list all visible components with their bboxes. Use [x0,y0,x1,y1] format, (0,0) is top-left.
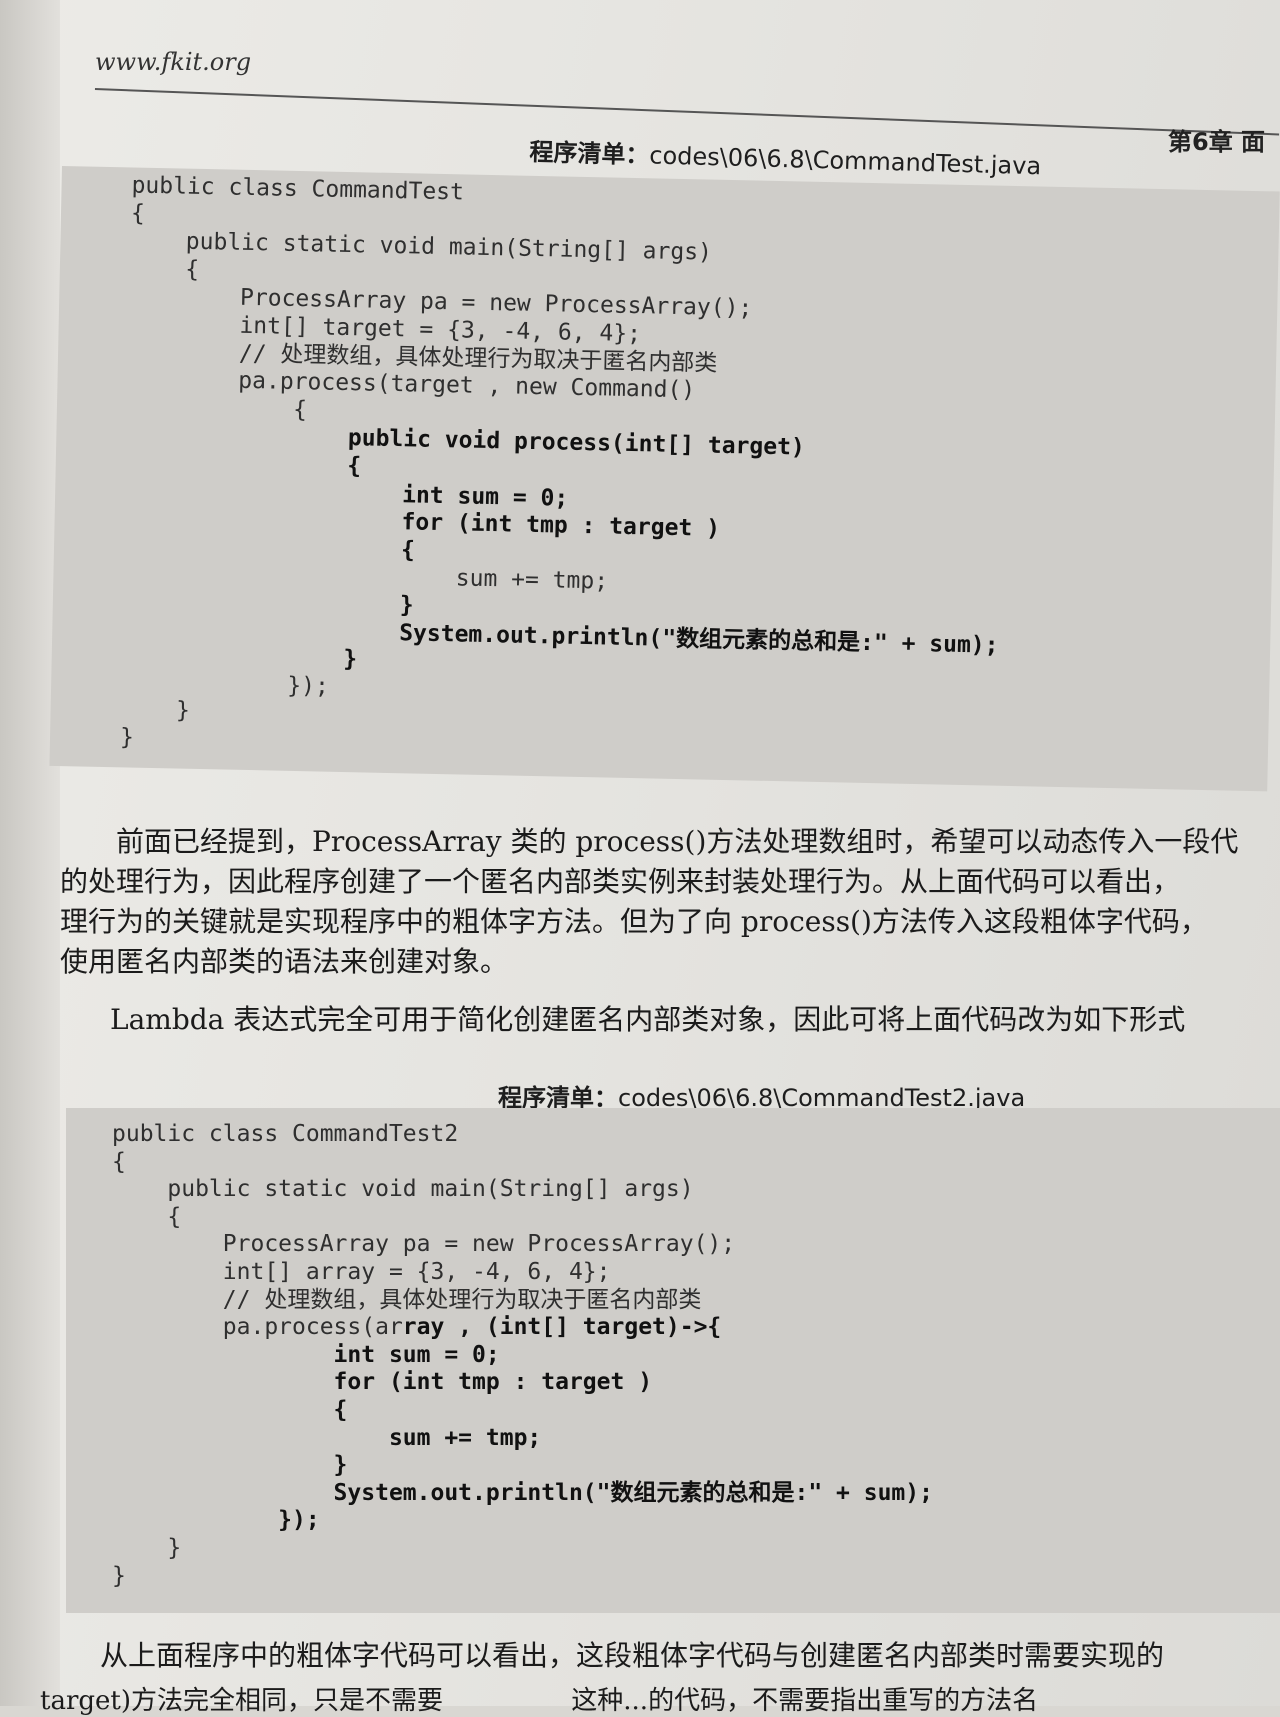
paragraph-2: Lambda 表达式完全可用于简化创建匿名内部类对象，因此可将上面代码改为如下形… [110,1003,1186,1036]
code-line: int sum = 0; [112,1341,500,1368]
code-listing-1: public class CommandTest{ public static … [49,166,1280,792]
listing-1-path: codes\06\6.8\CommandTest.java [649,141,1042,181]
paragraph-1: 前面已经提到，ProcessArray 类的 process()方法处理数组时，… [60,822,1280,982]
code-line: int[] array = {3, -4, 6, 4}; [112,1259,611,1285]
header-rule [94,88,1280,136]
code-line: for (int tmp : target ) [112,1369,653,1396]
code-line: } [112,1452,348,1479]
code-line: pa.process(array , (int[] target)->{ [112,1314,722,1341]
paragraph-1-line: 理行为的关键就是实现程序中的粗体字方法。但为了向 process()方法传入这段… [60,905,1208,938]
chapter-label: 第6章 面 [1168,128,1266,156]
code-line: } [120,696,191,725]
code-line: } [112,1535,182,1561]
code-line: sum += tmp; [112,1424,542,1451]
code-line: } [119,724,135,751]
code-line: public class CommandTest2 [112,1121,459,1147]
code-line: ProcessArray pa = new ProcessArray(); [112,1231,736,1258]
code-line: }); [112,1507,320,1534]
paragraph-4-cut: target)方法完全相同，只是不需要 这种...的代码，不需要指出重写的方法名 [40,1680,1038,1717]
paragraph-4-end: 这种...的代码，不需要指出重写的方法名 [571,1686,1039,1716]
listing-1-title: 程序清单：codes\06\6.8\CommandTest.java [529,132,1042,181]
code-line: public static void main(String[] args) [112,1176,694,1203]
code-line: public class CommandTest [131,172,465,206]
paragraph-4-start: target)方法完全相同，只是不需要 [40,1686,444,1716]
code-line: { [126,393,308,423]
code-line: System.out.println("数组元素的总和是:" + sum); [112,1479,933,1506]
paragraph-1-line: 使用匿名内部类的语法来创建对象。 [60,945,509,978]
code-line: { [112,1148,126,1175]
code-line: } [112,1562,126,1589]
code-line: { [129,255,200,283]
code-line: // 处理数组，具体处理行为取决于匿名内部类 [112,1286,702,1313]
code-line: public static void main(String[] args) [130,227,713,266]
book-page: www.fkit.org 第6章 面 程序清单：codes\06\6.8\Com… [0,0,1280,1716]
paragraph-3: 从上面程序中的粗体字代码可以看出，这段粗体字代码与创建匿名内部类时需要实现的 [100,1639,1165,1672]
header-url: www.fkit.org [95,48,252,76]
code-listing-2: public class CommandTest2{ public static… [66,1108,1280,1613]
paragraph-1-line: 的处理行为，因此程序创建了一个匿名内部类实例来封装处理行为。从上面代码可以看出， [60,865,1181,898]
paragraph-1-line: 前面已经提到，ProcessArray 类的 process()方法处理数组时，… [116,825,1239,858]
code-line: { [130,200,146,227]
code-line: { [112,1203,182,1230]
listing-1-label: 程序清单： [529,137,650,170]
previous-page-edge [0,0,60,1706]
code-line: { [112,1397,348,1423]
